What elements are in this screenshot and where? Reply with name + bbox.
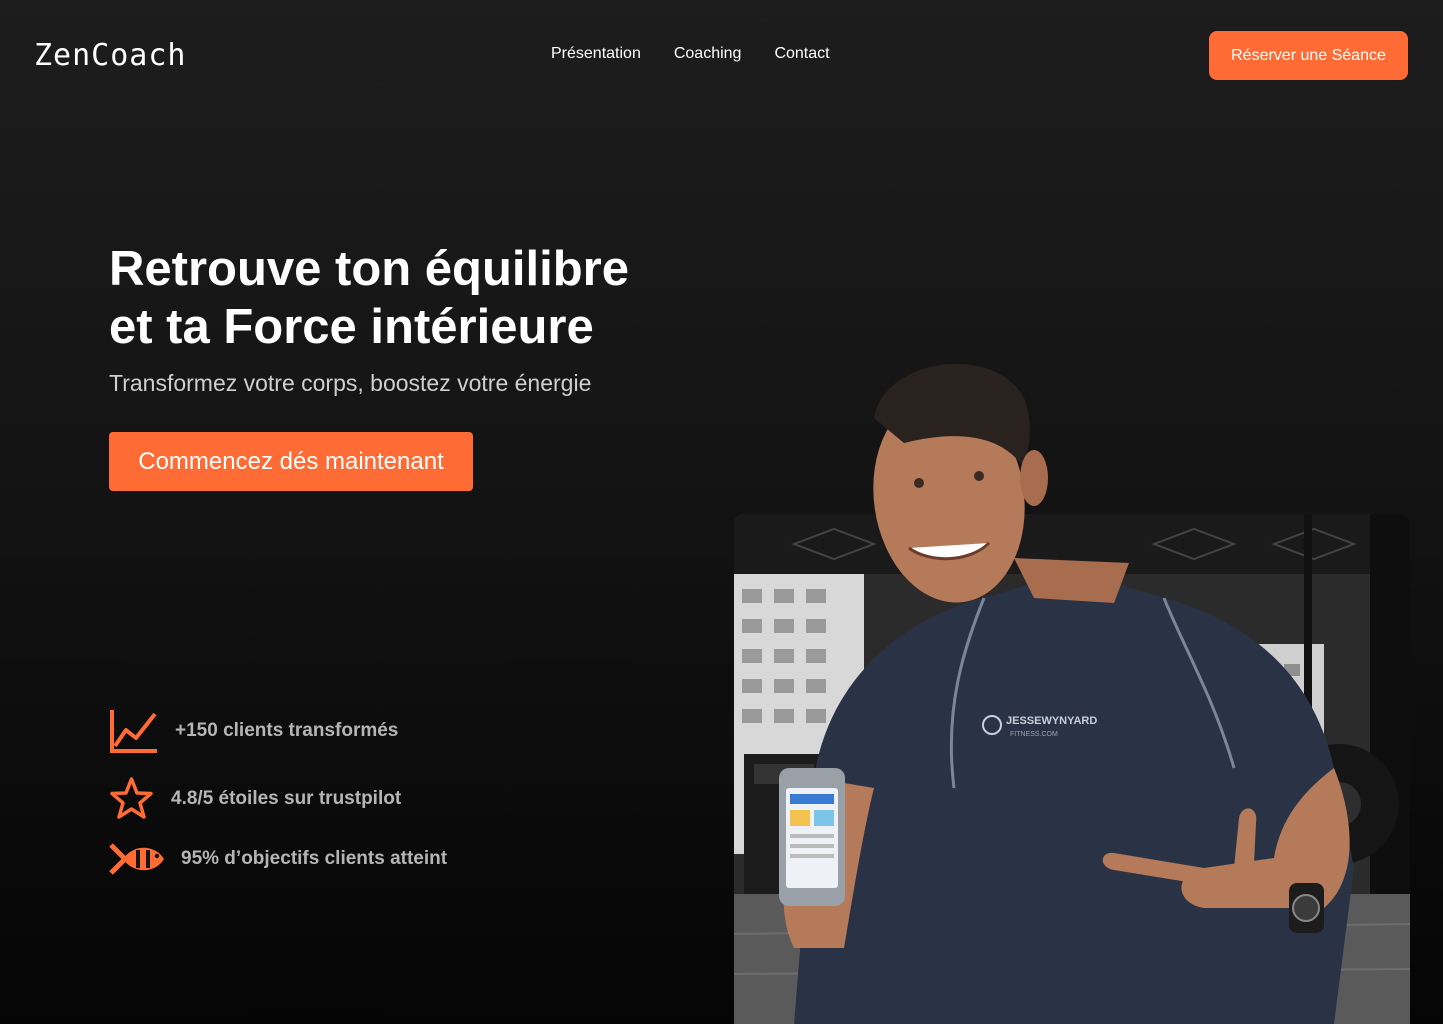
stat-clients: +150 clients transformés bbox=[109, 708, 398, 754]
coach-illustration: JESSEWYNYARD FITNESS.COM bbox=[779, 363, 1354, 1024]
hero-title-line-1: Retrouve ton équilibre bbox=[109, 242, 630, 296]
main-nav: Présentation Coaching Contact bbox=[551, 45, 830, 63]
nav-link-presentation[interactable]: Présentation bbox=[551, 45, 641, 63]
stat-goals: 95% d’objectifs clients atteint bbox=[109, 842, 447, 876]
stat-rating: 4.8/5 étoiles sur trustpilot bbox=[109, 776, 401, 821]
book-session-button[interactable]: Réserver une Séance bbox=[1209, 31, 1408, 80]
logo[interactable]: ZenCoach bbox=[34, 38, 187, 73]
nav-link-contact[interactable]: Contact bbox=[774, 45, 829, 63]
start-now-button[interactable]: Commencez dés maintenant bbox=[109, 432, 473, 491]
landing-page: ZenCoach Présentation Coaching Contact R… bbox=[0, 0, 1443, 1024]
stat-rating-text: 4.8/5 étoiles sur trustpilot bbox=[171, 787, 402, 809]
stat-clients-text: +150 clients transformés bbox=[175, 720, 399, 741]
nav-link-coaching[interactable]: Coaching bbox=[674, 45, 742, 63]
hero-title: Retrouve ton équilibre et ta Force intér… bbox=[109, 240, 709, 356]
stat-goals-text: 95% d’objectifs clients atteint bbox=[181, 848, 448, 869]
fish-icon bbox=[109, 842, 165, 876]
shirt-brand-text: JESSEWYNYARD bbox=[1006, 715, 1097, 727]
star-icon bbox=[109, 776, 154, 821]
hero-title-line-2: et ta Force intérieure bbox=[109, 300, 594, 354]
shirt-sub-text: FITNESS.COM bbox=[1010, 731, 1058, 738]
hero-subtitle: Transformez votre corps, boostez votre é… bbox=[109, 370, 592, 396]
chart-line-icon bbox=[109, 708, 159, 754]
